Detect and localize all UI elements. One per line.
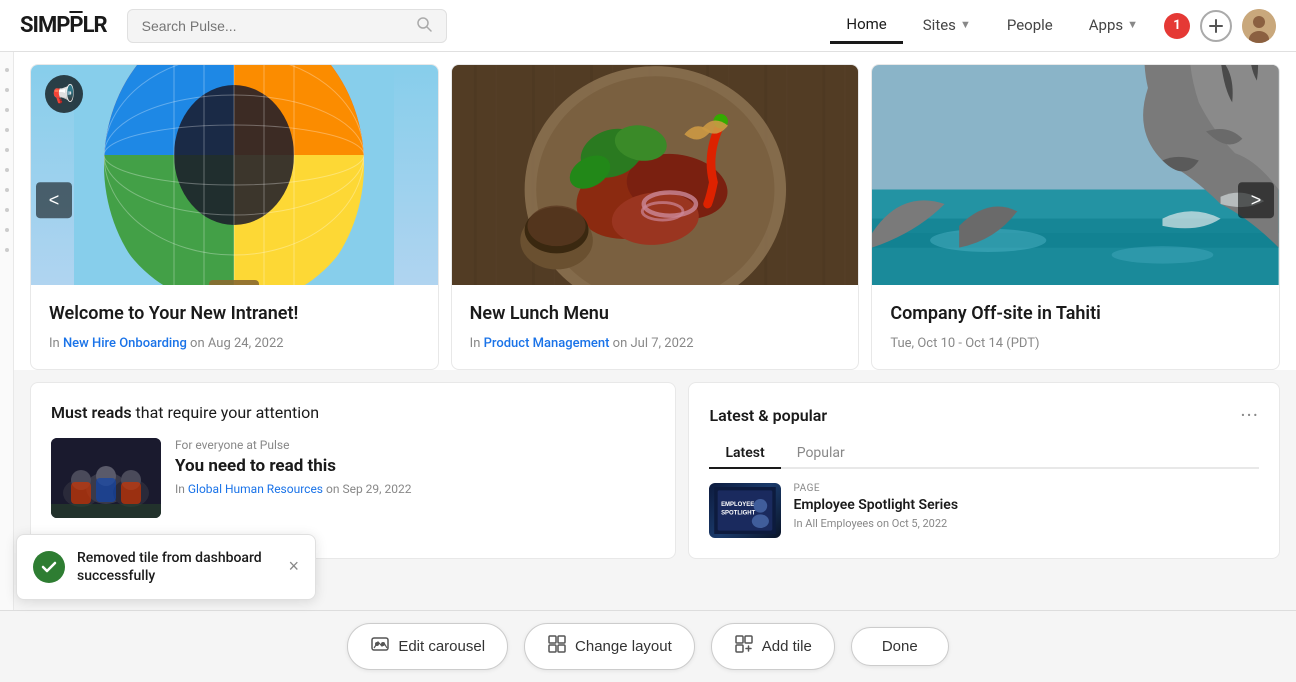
change-layout-icon (547, 634, 567, 659)
card-1-meta: In New Hire Onboarding on Aug 24, 2022 (49, 336, 420, 351)
search-bar (127, 9, 447, 43)
card-2-meta: In Product Management on Jul 7, 2022 (470, 336, 841, 351)
sites-chevron-icon: ▼ (960, 18, 971, 31)
edit-carousel-icon (370, 634, 390, 659)
sidebar-dot (5, 168, 9, 172)
search-icon (416, 16, 432, 36)
nav-actions: 1 (1164, 9, 1276, 43)
lp-thumbnail-image: EMPLOYEE SPOTLIGHT (709, 483, 781, 538)
lp-category: All Employees (805, 517, 874, 530)
card-1-date: Aug 24, 2022 (208, 336, 284, 351)
sidebar-dot (5, 128, 9, 132)
header: SIMPPLR Home Sites ▼ People Apps ▼ 1 (0, 0, 1296, 52)
avatar[interactable] (1242, 9, 1276, 43)
done-button[interactable]: Done (851, 627, 949, 666)
lp-content: PAGE Employee Spotlight Series In All Em… (793, 483, 958, 530)
toast-notification: Removed tile from dashboard successfully… (16, 534, 316, 600)
must-read-thumbnail (51, 438, 161, 518)
nav-people[interactable]: People (991, 8, 1069, 44)
lp-item[interactable]: EMPLOYEE SPOTLIGHT PAGE Employee Spotlig… (709, 483, 1259, 538)
carousel-card-1[interactable]: 📢 (30, 64, 439, 370)
card-1-category-link[interactable]: New Hire Onboarding (63, 336, 187, 351)
nav-sites[interactable]: Sites ▼ (907, 8, 987, 44)
sidebar-dot (5, 148, 9, 152)
svg-text:EMPLOYEE: EMPLOYEE (722, 502, 755, 508)
carousel-card-2[interactable]: New Lunch Menu In Product Management on … (451, 64, 860, 370)
lp-tab-popular[interactable]: Popular (781, 439, 861, 469)
lp-tabs: Latest Popular (709, 439, 1259, 469)
must-reads-title: Must reads that require your attention (51, 403, 655, 422)
sidebar-dot (5, 248, 9, 252)
carousel-prev-button[interactable]: < (36, 182, 72, 218)
card-1-body: Welcome to Your New Intranet! In New Hir… (31, 285, 438, 369)
must-read-category-link[interactable]: Global Human Resources (188, 482, 323, 496)
card-3-date-range: Tue, Oct 10 - Oct 14 (PDT) (890, 336, 1039, 351)
card-3-meta: Tue, Oct 10 - Oct 14 (PDT) (890, 336, 1261, 351)
add-tile-button[interactable]: Add tile (711, 623, 835, 670)
card-2-image (452, 65, 859, 285)
logo[interactable]: SIMPPLR (20, 13, 107, 38)
must-read-date: Sep 29, 2022 (342, 482, 411, 496)
lp-date: Oct 5, 2022 (892, 517, 947, 530)
apps-chevron-icon: ▼ (1127, 18, 1138, 31)
carousel-cards: 📢 (30, 64, 1280, 370)
svg-text:SPOTLIGHT: SPOTLIGHT (722, 510, 757, 516)
toast-message: Removed tile from dashboard successfully (77, 549, 276, 585)
sidebar-nav (0, 52, 14, 682)
card-2-body: New Lunch Menu In Product Management on … (452, 285, 859, 369)
bottom-bar: Edit carousel Change layout Add tile Don… (0, 610, 1296, 682)
sidebar-dot (5, 208, 9, 212)
sidebar-dot (5, 88, 9, 92)
must-read-item-title: You need to read this (175, 456, 411, 476)
latest-popular-card: Latest & popular ··· Latest Popular EMPL… (688, 382, 1280, 559)
sidebar-dot (5, 108, 9, 112)
card-3-image (872, 65, 1279, 285)
sidebar-dot (5, 228, 9, 232)
nav-apps[interactable]: Apps ▼ (1073, 8, 1154, 44)
must-read-for: For everyone at Pulse (175, 438, 411, 452)
announcement-icon: 📢 (45, 75, 83, 113)
carousel-card-3[interactable]: Company Off-site in Tahiti Tue, Oct 10 -… (871, 64, 1280, 370)
lp-header: Latest & popular ··· (709, 403, 1259, 427)
lp-page-label: PAGE (793, 483, 958, 494)
toast-close-button[interactable]: × (288, 556, 299, 577)
must-read-meta: In Global Human Resources on Sep 29, 202… (175, 482, 411, 496)
lp-more-button[interactable]: ··· (1240, 403, 1259, 427)
main-nav: Home Sites ▼ People Apps ▼ (830, 7, 1154, 44)
change-layout-button[interactable]: Change layout (524, 623, 695, 670)
lp-item-title: Employee Spotlight Series (793, 497, 958, 513)
search-input[interactable] (142, 18, 408, 34)
add-tile-icon (734, 634, 754, 659)
add-button[interactable] (1200, 10, 1232, 42)
card-1-title: Welcome to Your New Intranet! (49, 303, 420, 324)
card-2-date: Jul 7, 2022 (630, 336, 693, 351)
card-2-category-link[interactable]: Product Management (484, 336, 610, 351)
carousel-next-button[interactable]: > (1238, 182, 1274, 218)
sidebar-dot (5, 188, 9, 192)
card-3-title: Company Off-site in Tahiti (890, 303, 1261, 324)
toast-success-icon (33, 551, 65, 583)
edit-carousel-button[interactable]: Edit carousel (347, 623, 508, 670)
card-3-body: Company Off-site in Tahiti Tue, Oct 10 -… (872, 285, 1279, 369)
lp-item-meta: In All Employees on Oct 5, 2022 (793, 517, 958, 530)
must-read-content: For everyone at Pulse You need to read t… (175, 438, 411, 496)
must-read-thumbnail-image (51, 438, 161, 518)
lp-title: Latest & popular (709, 406, 827, 425)
lp-thumbnail: EMPLOYEE SPOTLIGHT (709, 483, 781, 538)
lp-tab-latest[interactable]: Latest (709, 439, 780, 469)
carousel-section: < 📢 (14, 52, 1296, 370)
card-2-title: New Lunch Menu (470, 303, 841, 324)
notification-badge[interactable]: 1 (1164, 13, 1190, 39)
must-reads-card: Must reads that require your attention (30, 382, 676, 559)
sidebar-dot (5, 68, 9, 72)
card-1-image: 📢 (31, 65, 438, 285)
must-read-item[interactable]: For everyone at Pulse You need to read t… (51, 438, 655, 518)
nav-home[interactable]: Home (830, 7, 902, 44)
